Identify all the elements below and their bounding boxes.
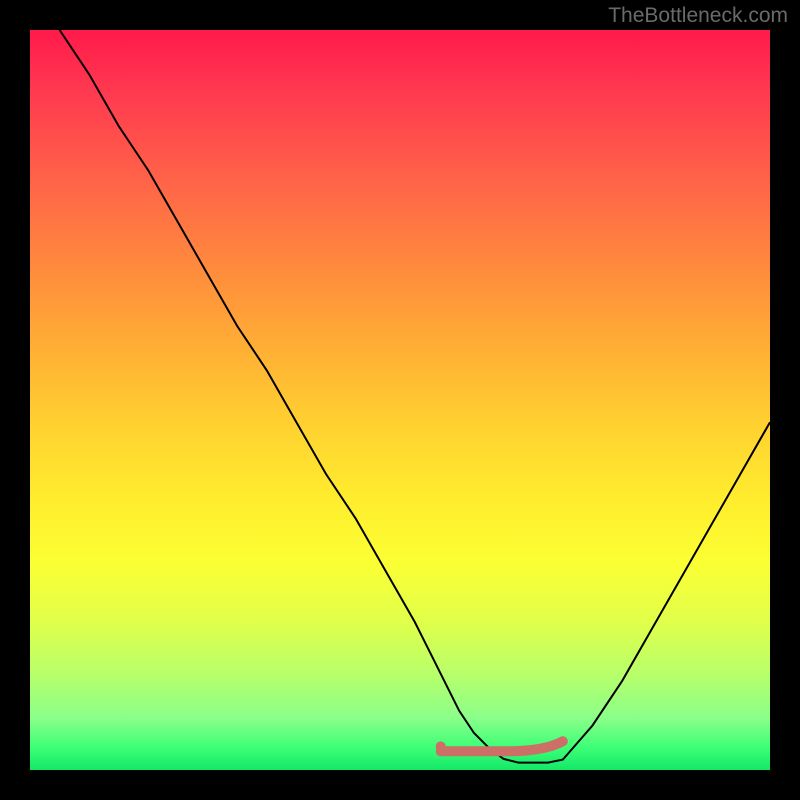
optimal-range-band [441,741,563,751]
bottleneck-curve [60,30,770,763]
watermark-text: TheBottleneck.com [608,4,788,28]
optimal-start-dot [436,741,446,751]
chart-plot-area [30,30,770,770]
chart-svg [30,30,770,770]
